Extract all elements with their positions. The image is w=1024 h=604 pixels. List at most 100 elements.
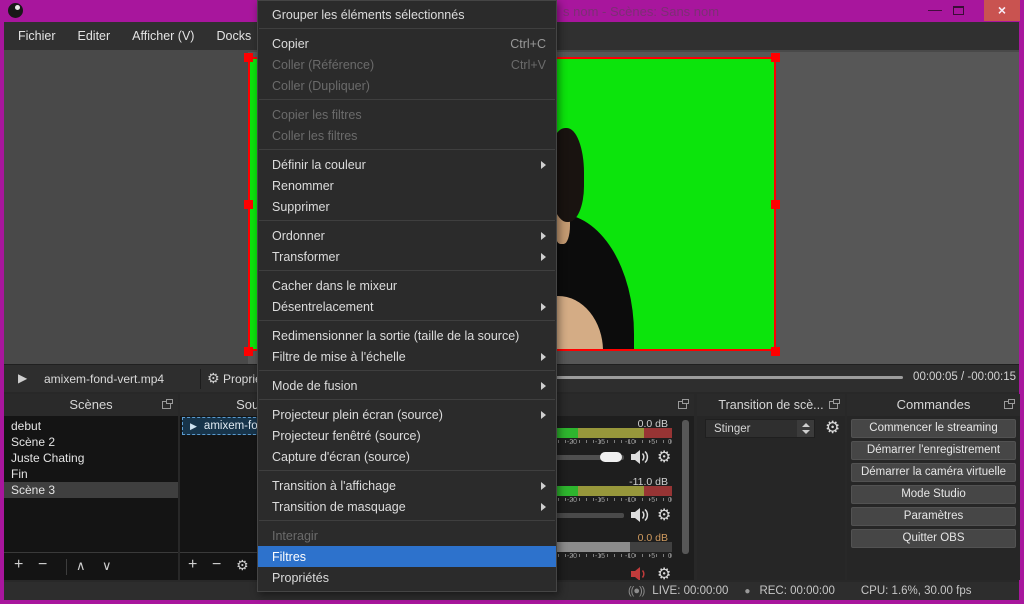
menu-item-delete[interactable]: Supprimer — [258, 196, 556, 217]
play-icon[interactable]: ▶ — [18, 371, 27, 385]
menu-item-resize-output[interactable]: Redimensionner la sortie (taille de la s… — [258, 325, 556, 346]
scene-item[interactable]: Scène 2 — [4, 434, 178, 450]
menu-fichier[interactable]: Fichier — [7, 22, 67, 50]
menu-afficher[interactable]: Afficher (V) — [121, 22, 205, 50]
gear-icon[interactable]: ⚙ — [207, 370, 220, 387]
resize-handle-bottom-right[interactable] — [771, 347, 780, 356]
menu-item-blending-mode[interactable]: Mode de fusion — [258, 375, 556, 396]
remove-scene-icon[interactable]: − — [38, 556, 47, 574]
close-button[interactable]: × — [984, 0, 1020, 21]
menu-editer[interactable]: Editer — [67, 22, 122, 50]
submenu-arrow-icon — [541, 353, 546, 361]
submenu-arrow-icon — [541, 303, 546, 311]
add-scene-icon[interactable]: + — [14, 556, 23, 574]
chevron-down-icon — [802, 430, 810, 434]
menu-item-show-transition[interactable]: Transition à l'affichage — [258, 475, 556, 496]
menu-item-paste-duplicate: Coller (Dupliquer) — [258, 75, 556, 96]
menu-item-group[interactable]: Grouper les éléments sélectionnés — [258, 4, 556, 25]
broadcast-icon: ((●)) — [628, 585, 644, 597]
maximize-button[interactable] — [953, 6, 964, 15]
menu-item-transform[interactable]: Transformer — [258, 246, 556, 267]
window-border-bottom — [0, 600, 1024, 604]
menu-separator — [259, 370, 555, 371]
menu-separator — [259, 99, 555, 100]
submenu-arrow-icon — [541, 161, 546, 169]
menu-separator — [259, 399, 555, 400]
resize-handle-top-right[interactable] — [771, 53, 780, 62]
menu-shortcut: Ctrl+V — [511, 58, 546, 72]
menu-item-set-color[interactable]: Définir la couleur — [258, 154, 556, 175]
remove-source-icon[interactable]: − — [212, 556, 221, 574]
menu-item-windowed-projector[interactable]: Projecteur fenêtré (source) — [258, 425, 556, 446]
transition-selected-value: Stinger — [714, 423, 750, 435]
start-virtualcam-button[interactable]: Démarrer la caméra virtuelle — [851, 463, 1016, 482]
cpu-fps-stats: CPU: 1.6%, 30.00 fps — [861, 585, 972, 597]
dock-popout-icon[interactable] — [678, 401, 687, 409]
move-scene-up-icon[interactable]: ∧ — [76, 558, 86, 574]
menu-item-rename[interactable]: Renommer — [258, 175, 556, 196]
toolbar-divider — [66, 559, 67, 575]
scene-item-selected[interactable]: Scène 3 — [4, 482, 178, 498]
scene-transition-dock: Transition de scè... Stinger ⚙ — [697, 394, 845, 580]
scene-item[interactable]: Fin — [4, 466, 178, 482]
menu-separator — [259, 320, 555, 321]
scenes-dock-title: Scènes — [4, 394, 178, 416]
menu-item-copy[interactable]: CopierCtrl+C — [258, 33, 556, 54]
menu-separator — [259, 220, 555, 221]
move-scene-down-icon[interactable]: ∨ — [102, 558, 112, 574]
scene-item[interactable]: Juste Chating — [4, 450, 178, 466]
menu-item-properties[interactable]: Propriétés — [258, 567, 556, 588]
menu-item-deinterlacing[interactable]: Désentrelacement — [258, 296, 556, 317]
dock-popout-icon[interactable] — [162, 401, 171, 409]
submenu-arrow-icon — [541, 503, 546, 511]
media-source-icon: ▶ — [190, 421, 197, 432]
channel-gear-icon[interactable]: ⚙ — [657, 564, 671, 580]
transition-select[interactable]: Stinger — [705, 419, 815, 438]
source-properties-gear-icon[interactable]: ⚙ — [236, 557, 249, 574]
speaker-icon[interactable] — [630, 449, 650, 465]
volume-slider-handle[interactable] — [600, 452, 622, 462]
menu-item-filters[interactable]: Filtres — [258, 546, 556, 567]
menu-item-scale-filtering[interactable]: Filtre de mise à l'échelle — [258, 346, 556, 367]
studio-mode-button[interactable]: Mode Studio — [851, 485, 1016, 504]
scene-item[interactable]: debut — [4, 418, 178, 434]
mixer-scrollbar[interactable] — [682, 420, 689, 554]
resize-handle-mid-right[interactable] — [771, 200, 780, 209]
speaker-icon[interactable] — [630, 507, 650, 523]
menu-item-interact: Interagir — [258, 525, 556, 546]
menu-item-screenshot[interactable]: Capture d'écran (source) — [258, 446, 556, 467]
resize-handle-mid-left[interactable] — [244, 200, 253, 209]
menu-item-hide-transition[interactable]: Transition de masquage — [258, 496, 556, 517]
start-streaming-button[interactable]: Commencer le streaming — [851, 419, 1016, 438]
menu-shortcut: Ctrl+C — [510, 37, 546, 51]
submenu-arrow-icon — [541, 232, 546, 240]
obs-logo-icon — [8, 3, 23, 18]
minimize-button[interactable]: — — [925, 3, 945, 19]
menu-docks[interactable]: Docks — [205, 22, 262, 50]
channel-gear-icon[interactable]: ⚙ — [657, 447, 671, 467]
add-source-icon[interactable]: + — [188, 556, 197, 574]
rec-time: REC: 00:00:00 — [759, 585, 834, 597]
channel-gear-icon[interactable]: ⚙ — [657, 505, 671, 525]
speaker-muted-icon[interactable] — [630, 566, 650, 580]
start-recording-button[interactable]: Démarrer l'enregistrement — [851, 441, 1016, 460]
resize-handle-bottom-left[interactable] — [244, 347, 253, 356]
quit-obs-button[interactable]: Quitter OBS — [851, 529, 1016, 548]
submenu-arrow-icon — [541, 482, 546, 490]
source-context-menu: Grouper les éléments sélectionnés Copier… — [257, 0, 557, 592]
chevron-up-icon — [802, 423, 810, 427]
settings-button[interactable]: Paramètres — [851, 507, 1016, 526]
window-title: s nom - Scènes: Sans nom — [563, 4, 719, 19]
transition-gear-icon[interactable]: ⚙ — [825, 418, 840, 438]
menu-item-hide-in-mixer[interactable]: Cacher dans le mixeur — [258, 275, 556, 296]
resize-handle-top-left[interactable] — [244, 53, 253, 62]
menu-item-fullscreen-projector[interactable]: Projecteur plein écran (source) — [258, 404, 556, 425]
menu-item-order[interactable]: Ordonner — [258, 225, 556, 246]
dock-popout-icon[interactable] — [829, 401, 838, 409]
transition-spinner[interactable] — [797, 420, 814, 437]
menu-separator — [259, 470, 555, 471]
dock-popout-icon[interactable] — [1004, 401, 1013, 409]
menu-separator — [259, 520, 555, 521]
menu-separator — [259, 149, 555, 150]
menu-item-paste-reference: Coller (Référence)Ctrl+V — [258, 54, 556, 75]
